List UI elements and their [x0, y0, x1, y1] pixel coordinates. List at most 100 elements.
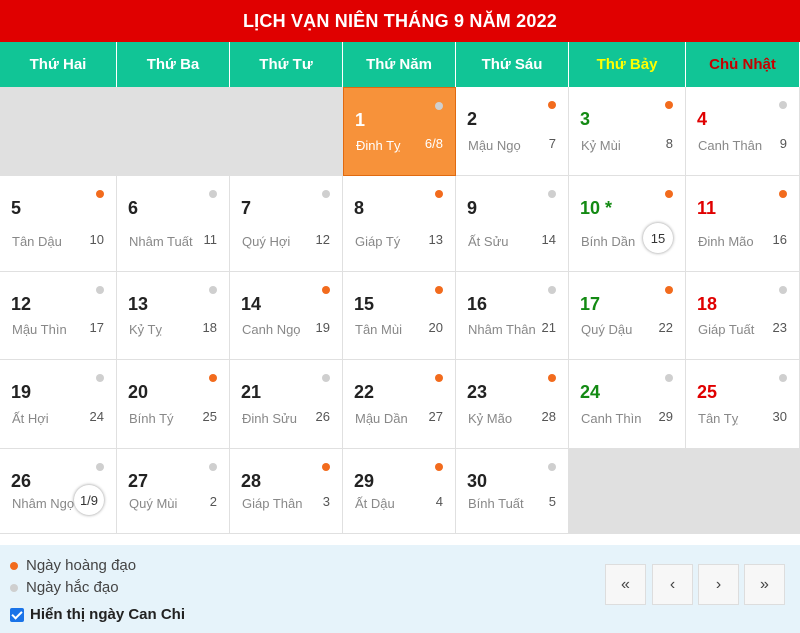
lunar-day: 21: [541, 320, 556, 335]
lunar-day: 27: [428, 409, 443, 424]
calendar-title: LỊCH VẠN NIÊN THÁNG 9 NĂM 2022: [0, 0, 800, 42]
weekday-sun: Chủ Nhật: [686, 42, 800, 87]
good-day-dot-icon: [665, 190, 673, 198]
day-cell[interactable]: 18 Giáp Tuất 23: [686, 272, 800, 360]
solar-day: 8: [354, 198, 365, 218]
lunar-day: 11: [203, 232, 218, 247]
day-cell[interactable]: 29 Ất Dậu 4: [343, 449, 456, 534]
day-cell[interactable]: 7 Quý Hợi 12: [230, 176, 343, 272]
day-cell[interactable]: 15 Tân Mùi 20: [343, 272, 456, 360]
solar-day: 29: [354, 471, 375, 491]
day-cell[interactable]: 21 Đinh Sửu 26: [230, 360, 343, 449]
solar-day: 13: [128, 294, 149, 314]
good-day-dot-icon: [665, 286, 673, 294]
good-day-dot-icon: [209, 374, 217, 382]
solar-day: 5: [11, 198, 22, 218]
canchi-label: Canh Ngọ: [242, 322, 301, 337]
solar-day: 1: [355, 110, 366, 130]
solar-day: 28: [241, 471, 262, 491]
lunar-day: 8: [665, 136, 673, 151]
next-month-button[interactable]: ›: [698, 564, 739, 605]
weekday-header: Thứ Hai Thứ Ba Thứ Tư Thứ Năm Thứ Sáu Th…: [0, 42, 800, 87]
day-cell[interactable]: 13 Kỷ Tỵ 18: [117, 272, 230, 360]
day-cell[interactable]: 24 Canh Thìn 29: [569, 360, 686, 449]
empty-cell: [569, 449, 686, 534]
day-cell[interactable]: 17 Quý Dậu 22: [569, 272, 686, 360]
day-cell[interactable]: 12 Mậu Thìn 17: [0, 272, 117, 360]
good-day-dot-icon: [665, 101, 673, 109]
day-cell[interactable]: 8 Giáp Tý 13: [343, 176, 456, 272]
day-cell[interactable]: 5 Tân Dậu 10: [0, 176, 117, 272]
day-cell[interactable]: 3 Kỷ Mùi 8: [569, 87, 686, 176]
bad-day-dot-icon: [779, 374, 787, 382]
lunar-day: 24: [89, 409, 104, 424]
good-day-dot-icon: [435, 190, 443, 198]
day-cell[interactable]: 6 Nhâm Tuất 11: [117, 176, 230, 272]
day-cell[interactable]: 30 Bính Tuất 5: [456, 449, 569, 534]
lunar-day: 4: [435, 494, 443, 509]
bad-day-dot-icon: [96, 374, 104, 382]
weekday-sat: Thứ Bảy: [569, 42, 686, 87]
lunar-day: 20: [428, 320, 443, 335]
bad-day-dot-icon: [209, 286, 217, 294]
day-cell[interactable]: 28 Giáp Thân 3: [230, 449, 343, 534]
legend-bad: Ngày hắc đạo: [10, 579, 119, 596]
day-cell[interactable]: 4 Canh Thân 9: [686, 87, 800, 176]
bad-day-dot-icon: [435, 102, 443, 110]
day-cell[interactable]: 14 Canh Ngọ 19: [230, 272, 343, 360]
day-cell[interactable]: 27 Quý Mùi 2: [117, 449, 230, 534]
solar-day: 19: [11, 382, 32, 402]
solar-day: 22: [354, 382, 375, 402]
canchi-label: Bính Dần: [581, 234, 636, 249]
bad-day-dot-icon: [209, 463, 217, 471]
show-canchi-checkbox[interactable]: Hiển thị ngày Can Chi: [10, 606, 185, 623]
day-cell[interactable]: 11 Đinh Mão 16: [686, 176, 800, 272]
canchi-label: Đinh Sửu: [242, 411, 297, 426]
solar-day: 11: [697, 198, 717, 218]
lunar-day: 26: [315, 409, 330, 424]
lunar-day: 9: [779, 136, 787, 151]
day-cell[interactable]: 23 Kỷ Mão 28: [456, 360, 569, 449]
good-day-dot-icon: [548, 374, 556, 382]
weekday-wed: Thứ Tư: [230, 42, 343, 87]
canchi-label: Mậu Dần: [355, 411, 408, 426]
day-cell[interactable]: 9 Ất Sửu 14: [456, 176, 569, 272]
day-cell[interactable]: 22 Mậu Dần 27: [343, 360, 456, 449]
day-cell[interactable]: 19 Ất Hợi 24: [0, 360, 117, 449]
solar-day: 4: [697, 109, 708, 129]
canchi-label: Bính Tuất: [468, 496, 524, 511]
day-cell[interactable]: 1 Đinh Tỵ 6/8: [343, 87, 456, 176]
lunar-day: 2: [209, 494, 217, 509]
bad-day-dot-icon: [548, 286, 556, 294]
solar-day: 27: [128, 471, 149, 491]
day-cell[interactable]: 26 Nhâm Ngọ 1/9: [0, 449, 117, 534]
bad-day-dot-icon: [96, 286, 104, 294]
day-cell[interactable]: 2 Mậu Ngọ 7: [456, 87, 569, 176]
weekday-thu: Thứ Năm: [343, 42, 456, 87]
canchi-label: Giáp Tuất: [698, 322, 755, 337]
solar-day: 26: [11, 471, 32, 491]
lunar-day: 5: [548, 494, 556, 509]
orange-dot-icon: [10, 561, 18, 570]
solar-day: 16: [467, 294, 488, 314]
solar-day: 15: [354, 294, 375, 314]
last-month-button[interactable]: »: [744, 564, 785, 605]
calendar-footer: Ngày hoàng đạo Ngày hắc đạo Hiển thị ngà…: [0, 545, 800, 633]
good-day-dot-icon: [779, 190, 787, 198]
day-cell[interactable]: 16 Nhâm Thân 21: [456, 272, 569, 360]
day-cell[interactable]: 20 Bính Tý 25: [117, 360, 230, 449]
lunar-day: 12: [315, 232, 330, 247]
weekday-mon: Thứ Hai: [0, 42, 117, 87]
lunar-day: 3: [322, 494, 330, 509]
lunar-day: 29: [658, 409, 673, 424]
canchi-label: Giáp Thân: [242, 496, 303, 511]
canchi-label: Nhâm Ngọ: [12, 496, 75, 511]
canchi-label: Mậu Ngọ: [468, 138, 521, 153]
day-cell[interactable]: 25 Tân Tỵ 30: [686, 360, 800, 449]
day-cell[interactable]: 10 * Bính Dần 15: [569, 176, 686, 272]
first-month-button[interactable]: «: [605, 564, 646, 605]
lunar-day-circle: 15: [643, 223, 673, 253]
prev-month-button[interactable]: ‹: [652, 564, 693, 605]
calendar-grid: 1 Đinh Tỵ 6/8 2 Mậu Ngọ 7 3 Kỷ Mùi 8 4 Canh Thân 9 5…: [0, 87, 800, 534]
checkbox-checked-icon[interactable]: [10, 607, 24, 622]
